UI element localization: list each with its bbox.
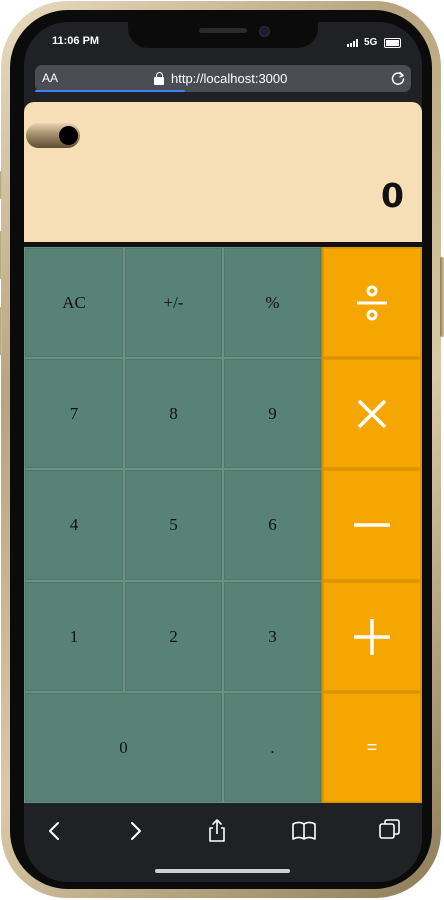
digit-5-button[interactable]: 5	[124, 469, 223, 581]
url-text[interactable]: http://localhost:3000	[171, 71, 287, 86]
text-size-button[interactable]: AA	[42, 71, 58, 85]
network-label: 5G	[364, 37, 378, 48]
home-indicator[interactable]	[155, 869, 290, 873]
digit-3-button[interactable]: 3	[223, 581, 322, 692]
digit-9-button[interactable]: 9	[223, 358, 322, 469]
front-camera	[259, 26, 270, 37]
status-bar: 11:06 PM 5G	[24, 22, 422, 62]
sign-toggle-button[interactable]: +/-	[124, 247, 223, 358]
digit-6-button[interactable]: 6	[223, 469, 322, 581]
reload-icon[interactable]	[390, 70, 406, 86]
calculator-display: 0	[24, 102, 422, 242]
digit-2-button[interactable]: 2	[124, 581, 223, 692]
bookmarks-icon[interactable]	[290, 817, 318, 845]
digit-4-button[interactable]: 4	[24, 469, 124, 581]
percent-button[interactable]: %	[223, 247, 322, 358]
theme-toggle[interactable]	[26, 123, 80, 148]
back-icon[interactable]	[41, 817, 69, 845]
minus-icon	[354, 523, 390, 527]
divide-button[interactable]	[322, 247, 422, 358]
digit-8-button[interactable]: 8	[124, 358, 223, 469]
mute-switch	[0, 171, 2, 199]
share-icon[interactable]	[203, 817, 231, 845]
toggle-knob	[59, 126, 78, 145]
volume-up-button	[0, 231, 2, 279]
tabs-icon[interactable]	[376, 817, 404, 845]
digit-1-button[interactable]: 1	[24, 581, 124, 692]
subtract-button[interactable]	[322, 469, 422, 581]
digit-0-button[interactable]: 0	[24, 692, 223, 803]
forward-icon[interactable]	[121, 817, 149, 845]
display-value: 0	[381, 176, 404, 215]
clear-button[interactable]: AC	[24, 247, 124, 358]
divide-icon	[357, 285, 387, 320]
add-button[interactable]	[322, 581, 422, 692]
notch	[128, 22, 318, 48]
volume-down-button	[0, 307, 2, 355]
equals-button[interactable]: =	[322, 692, 422, 803]
battery-icon	[384, 38, 401, 48]
page-load-progress	[35, 90, 185, 92]
multiply-button[interactable]	[322, 358, 422, 469]
status-time: 11:06 PM	[52, 35, 100, 47]
speaker-grille	[199, 28, 247, 33]
keypad: AC +/- % 7 8 9 4 5 6 1 2 3 0 . =	[24, 247, 422, 803]
digit-7-button[interactable]: 7	[24, 358, 124, 469]
decimal-button[interactable]: .	[223, 692, 322, 803]
lock-icon	[154, 72, 165, 85]
multiply-icon	[357, 399, 387, 428]
address-bar[interactable]: AA http://localhost:3000	[35, 65, 411, 92]
power-button	[440, 257, 444, 337]
signal-icon	[347, 39, 361, 47]
plus-icon	[354, 618, 390, 655]
phone-screen: 11:06 PM 5G AA http://localhost:3000 0 A…	[24, 22, 422, 882]
